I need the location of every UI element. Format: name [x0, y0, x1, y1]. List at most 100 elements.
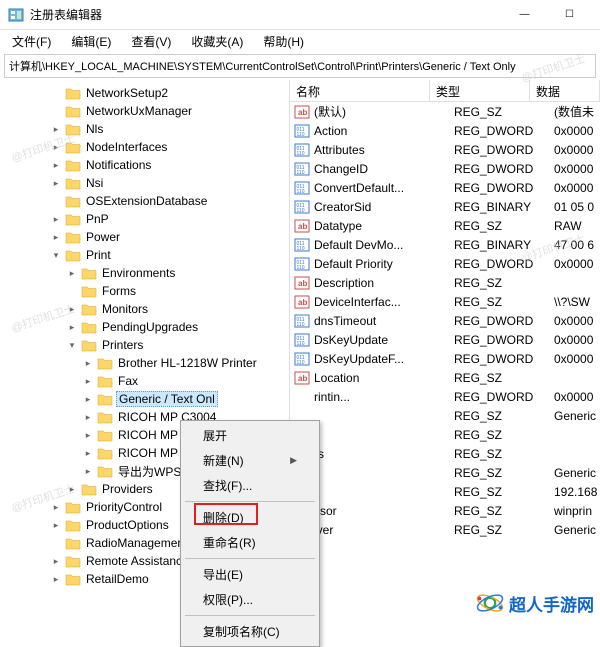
context-item[interactable]: 展开 — [183, 423, 317, 448]
tree-caret[interactable]: ▸ — [82, 448, 94, 459]
list-row[interactable]: 011110AttributesREG_DWORD0x0000 — [290, 140, 600, 159]
minimize-button[interactable]: — — [502, 0, 547, 30]
tree-label[interactable]: OSExtensionDatabase — [84, 194, 209, 208]
tree-label[interactable]: Power — [84, 230, 122, 244]
tree-caret[interactable]: ▸ — [82, 376, 94, 387]
list-row[interactable]: abDeviceInterfac...REG_SZ\\?\SW — [290, 292, 600, 311]
tree-caret[interactable]: ▸ — [82, 394, 94, 405]
tree-caret[interactable]: ▸ — [50, 556, 62, 567]
tree-label[interactable]: Brother HL-1218W Printer — [116, 356, 259, 370]
tree-caret[interactable]: ▸ — [82, 466, 94, 477]
tree-item[interactable]: ▸PnP — [0, 210, 289, 228]
list-row[interactable]: 011110ChangeIDREG_DWORD0x0000 — [290, 159, 600, 178]
tree-label[interactable]: Providers — [100, 482, 155, 496]
context-item[interactable]: 复制项名称(C) — [183, 619, 317, 644]
list-row[interactable]: REG_SZGeneric — [290, 463, 600, 482]
menu-help[interactable]: 帮助(H) — [255, 31, 312, 52]
header-type[interactable]: 类型 — [430, 80, 530, 101]
list-row[interactable]: REG_SZGeneric — [290, 406, 600, 425]
tree-item[interactable]: NetworkUxManager — [0, 102, 289, 120]
tree-caret[interactable]: ▾ — [50, 250, 62, 261]
tree-label[interactable]: ProductOptions — [84, 518, 171, 532]
tree-label[interactable]: NodeInterfaces — [84, 140, 169, 154]
list-row[interactable]: abLocationREG_SZ — [290, 368, 600, 387]
tree-caret[interactable]: ▸ — [82, 430, 94, 441]
tree-label[interactable]: Print — [84, 248, 113, 262]
tree-caret[interactable]: ▸ — [50, 520, 62, 531]
tree-item[interactable]: ▸ Power — [0, 228, 289, 246]
list-row[interactable]: abDescriptionREG_SZ — [290, 273, 600, 292]
tree-item[interactable]: ▸ NodeInterfaces — [0, 138, 289, 156]
tree-label[interactable]: PendingUpgrades — [100, 320, 200, 334]
tree-item[interactable]: ▸ Monitors — [0, 300, 289, 318]
tree-item[interactable]: OSExtensionDatabase — [0, 192, 289, 210]
list-row[interactable]: abDatatypeREG_SZRAW — [290, 216, 600, 235]
tree-caret[interactable]: ▸ — [50, 232, 62, 243]
tree-label[interactable]: PriorityControl — [84, 500, 164, 514]
tree-item[interactable]: ▸Generic / Text Onl — [0, 390, 289, 408]
list-row[interactable]: 011110dnsTimeoutREG_DWORD0x0000 — [290, 311, 600, 330]
context-item[interactable]: 重命名(R) — [183, 530, 317, 555]
tree-label[interactable]: Forms — [100, 284, 138, 298]
list-row[interactable]: rsREG_SZ — [290, 444, 600, 463]
context-item[interactable]: 导出(E) — [183, 562, 317, 587]
tree-label[interactable]: RadioManagement — [84, 536, 189, 550]
tree-label[interactable]: Nls — [84, 122, 105, 136]
tree-caret[interactable]: ▸ — [50, 124, 62, 135]
list-row[interactable]: iverREG_SZGeneric — [290, 520, 600, 539]
context-item[interactable]: 删除(D) — [183, 505, 317, 530]
tree-caret[interactable]: ▸ — [66, 268, 78, 279]
tree-caret[interactable]: ▸ — [50, 160, 62, 171]
tree-item[interactable]: ▸Nsi — [0, 174, 289, 192]
menu-edit[interactable]: 编辑(E) — [63, 31, 119, 52]
tree-caret[interactable]: ▸ — [50, 574, 62, 585]
tree-caret[interactable]: ▸ — [50, 142, 62, 153]
tree-item[interactable]: ▾ Printers — [0, 336, 289, 354]
list-row[interactable]: 011110Default DevMo...REG_BINARY47 00 6 — [290, 235, 600, 254]
tree-label[interactable]: Nsi — [84, 176, 105, 190]
tree-caret[interactable]: ▾ — [66, 340, 78, 351]
tree-caret[interactable]: ▸ — [66, 322, 78, 333]
list-row[interactable]: 011110DsKeyUpdateF...REG_DWORD0x0000 — [290, 349, 600, 368]
list-row[interactable]: rintin...REG_DWORD0x0000 — [290, 387, 600, 406]
tree-caret[interactable]: ▸ — [82, 412, 94, 423]
tree-label[interactable]: Fax — [116, 374, 140, 388]
list-row[interactable]: 011110DsKeyUpdateREG_DWORD0x0000 — [290, 330, 600, 349]
menu-view[interactable]: 查看(V) — [123, 31, 179, 52]
tree-label[interactable]: RetailDemo — [84, 572, 151, 586]
tree-item[interactable]: ▸ Environments — [0, 264, 289, 282]
maximize-button[interactable]: ☐ — [547, 0, 592, 30]
tree-label[interactable]: NetworkUxManager — [84, 104, 194, 118]
list-row[interactable]: 011110Default PriorityREG_DWORD0x0000 — [290, 254, 600, 273]
tree-label[interactable]: PnP — [84, 212, 111, 226]
tree-item[interactable]: ▸ Brother HL-1218W Printer — [0, 354, 289, 372]
tree-label[interactable]: Notifications — [84, 158, 153, 172]
header-data[interactable]: 数据 — [530, 80, 600, 101]
list-row[interactable]: ab(默认)REG_SZ(数值未 — [290, 102, 600, 121]
tree-label[interactable]: Environments — [100, 266, 177, 280]
tree-label[interactable]: Printers — [100, 338, 145, 352]
tree-caret[interactable]: ▸ — [50, 502, 62, 513]
tree-label[interactable]: NetworkSetup2 — [84, 86, 170, 100]
list-row[interactable]: ssorREG_SZwinprin — [290, 501, 600, 520]
list-row[interactable]: REG_SZ192.168 — [290, 482, 600, 501]
context-item[interactable]: 查找(F)... — [183, 473, 317, 498]
address-bar[interactable]: 计算机\HKEY_LOCAL_MACHINE\SYSTEM\CurrentCon… — [4, 54, 596, 78]
list-row[interactable]: 011110ActionREG_DWORD0x0000 — [290, 121, 600, 140]
menu-file[interactable]: 文件(F) — [4, 31, 59, 52]
tree-item[interactable]: ▸ Fax — [0, 372, 289, 390]
tree-caret[interactable]: ▸ — [82, 358, 94, 369]
header-name[interactable]: 名称 — [290, 80, 430, 101]
list-row[interactable]: dREG_SZ — [290, 425, 600, 444]
list-row[interactable]: 011110ConvertDefault...REG_DWORD0x0000 — [290, 178, 600, 197]
tree-item[interactable]: ▸ Nls — [0, 120, 289, 138]
tree-item[interactable]: ▾ Print — [0, 246, 289, 264]
context-item[interactable]: 新建(N)▶ — [183, 448, 317, 473]
tree-label[interactable]: Remote Assistance — [84, 554, 191, 568]
list-row[interactable]: 011110CreatorSidREG_BINARY01 05 0 — [290, 197, 600, 216]
tree-item[interactable]: Forms — [0, 282, 289, 300]
menu-favorites[interactable]: 收藏夹(A) — [183, 31, 251, 52]
tree-caret[interactable]: ▸ — [66, 304, 78, 315]
tree-item[interactable]: ▸ PendingUpgrades — [0, 318, 289, 336]
tree-label[interactable]: Monitors — [100, 302, 150, 316]
